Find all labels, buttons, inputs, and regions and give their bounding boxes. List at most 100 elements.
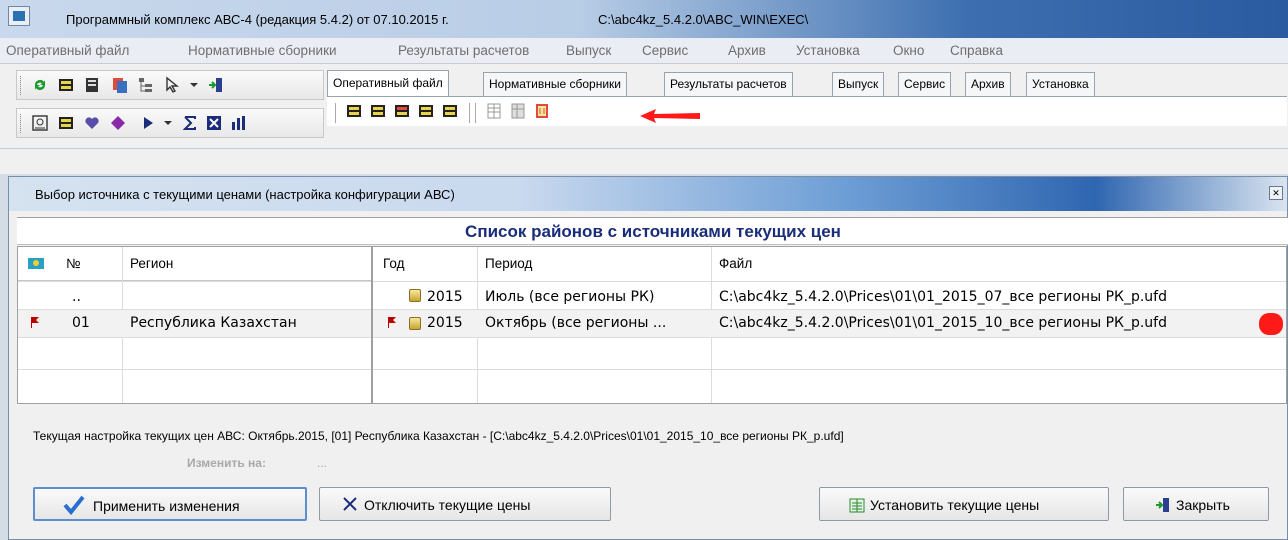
row-number[interactable]: ..: [72, 289, 81, 305]
menu-normative[interactable]: Нормативные сборники: [188, 43, 337, 58]
heart-icon[interactable]: [83, 114, 101, 132]
tab-results[interactable]: Результаты расчетов: [664, 72, 793, 96]
menu-bar: Оперативный файл Нормативные сборники Ре…: [0, 38, 1288, 64]
row-period[interactable]: Июль (все регионы РК): [485, 289, 654, 305]
chevron-down-icon[interactable]: [185, 76, 203, 94]
annotation-dot-icon: [1259, 313, 1283, 335]
tab-output[interactable]: Выпуск: [832, 72, 885, 96]
column-region[interactable]: Регион: [130, 247, 173, 281]
divider: [18, 337, 371, 338]
preview-icon[interactable]: [31, 114, 49, 132]
menu-window[interactable]: Окно: [893, 43, 924, 58]
sum-icon[interactable]: [181, 114, 199, 132]
tree-icon[interactable]: [137, 76, 155, 94]
flag-kz-icon: [28, 258, 44, 269]
change-to-value: ...: [317, 456, 328, 470]
column-file[interactable]: Файл: [719, 247, 752, 281]
toolbar-grip[interactable]: [20, 76, 23, 95]
disable-prices-button[interactable]: Отключить текущие цены: [319, 487, 611, 521]
tab-toolbar: [327, 96, 1287, 126]
stack-icon[interactable]: [417, 102, 435, 120]
tab-normative[interactable]: Нормативные сборники: [483, 72, 628, 96]
install-icon: [849, 498, 865, 513]
lock-icon: [409, 317, 421, 330]
close-button[interactable]: Закрыть: [1123, 487, 1269, 521]
row-file[interactable]: C:\abc4kz_5.4.2.0\Prices\01\01_2015_10_в…: [719, 315, 1167, 331]
tab-archive[interactable]: Архив: [965, 72, 1011, 96]
app-path: C:\abc4kz_5.4.2.0\ABC_WIN\EXEC\: [598, 12, 809, 27]
column-year[interactable]: Год: [383, 247, 405, 281]
exit-icon[interactable]: [207, 76, 225, 94]
prices-grid: Год Период Файл 2015 Июль (все регионы Р…: [372, 246, 1287, 404]
menu-settings[interactable]: Установка: [796, 43, 860, 58]
row-period[interactable]: Октябрь (все регионы ...: [485, 315, 666, 331]
tab-settings[interactable]: Установка: [1026, 72, 1095, 96]
diamond-icon[interactable]: [109, 114, 127, 132]
toolbar-grip[interactable]: [20, 114, 23, 133]
refresh-icon[interactable]: [31, 76, 49, 94]
close-label: Закрыть: [1176, 497, 1230, 513]
table-icon[interactable]: [509, 102, 527, 120]
checkmark-icon: [63, 495, 85, 515]
row-region[interactable]: Республика Казахстан: [130, 315, 297, 331]
current-setting-text: Текущая настройка текущих цен АВС: Октяб…: [33, 429, 844, 443]
column-period[interactable]: Период: [485, 247, 532, 281]
stack-icon[interactable]: [441, 102, 459, 120]
tab-operative-file[interactable]: Оперативный файл: [327, 70, 449, 96]
app-title: Программный комплекс АВС-4 (редакция 5.4…: [66, 12, 449, 27]
prices-icon[interactable]: [533, 102, 551, 120]
status-strip: [0, 148, 1288, 174]
toolbar-secondary: [16, 108, 324, 138]
row-year[interactable]: 2015: [427, 289, 463, 305]
row-number[interactable]: 01: [72, 315, 90, 331]
dialog-title: Выбор источника с текущими ценами (настр…: [35, 187, 455, 202]
divider: [373, 337, 1286, 338]
grid-icon[interactable]: [485, 102, 503, 120]
apply-changes-button[interactable]: Применить изменения: [33, 487, 307, 521]
divider: [373, 281, 1286, 282]
separator: [335, 103, 336, 123]
toolbar-main: [16, 70, 324, 100]
dialog-titlebar: Выбор источника с текущими ценами (настр…: [9, 177, 1287, 211]
pointer-icon[interactable]: [163, 76, 181, 94]
play-icon[interactable]: [139, 114, 157, 132]
app-titlebar: Программный комплекс АВС-4 (редакция 5.4…: [0, 0, 1288, 38]
menu-results[interactable]: Результаты расчетов: [398, 43, 529, 58]
menu-archive[interactable]: Архив: [728, 43, 766, 58]
install-prices-label: Установить текущие цены: [870, 497, 1040, 513]
apply-changes-label: Применить изменения: [93, 498, 240, 514]
lock-icon: [409, 289, 421, 302]
stack-red-icon[interactable]: [393, 102, 411, 120]
close-icon[interactable]: ✕: [1269, 186, 1283, 200]
flag-icon: [31, 317, 39, 328]
row-file[interactable]: C:\abc4kz_5.4.2.0\Prices\01\01_2015_07_в…: [719, 289, 1167, 305]
copy-icon[interactable]: [111, 76, 129, 94]
menu-service[interactable]: Сервис: [642, 43, 688, 58]
regions-grid: № Регион .. 01 Республика Казахстан: [17, 246, 372, 404]
menu-help[interactable]: Справка: [950, 43, 1003, 58]
stack-icon[interactable]: [345, 102, 363, 120]
list-header: Список районов с источниками текущих цен: [17, 217, 1288, 245]
column-number[interactable]: №: [66, 247, 80, 281]
chart-icon[interactable]: [229, 114, 247, 132]
document-icon[interactable]: [83, 76, 101, 94]
toolbar-area: Оперативный файл Нормативные сборники Ре…: [0, 64, 1288, 148]
exit-icon: [1156, 498, 1169, 512]
menu-operative-file[interactable]: Оперативный файл: [6, 43, 129, 58]
flag-icon: [388, 317, 396, 328]
install-prices-button[interactable]: Установить текущие цены: [819, 487, 1109, 521]
chevron-down-icon[interactable]: [159, 114, 177, 132]
x-icon: [343, 497, 357, 511]
open-file-icon[interactable]: [57, 76, 75, 94]
separator: [469, 103, 470, 123]
app-icon: [8, 6, 30, 26]
menu-output[interactable]: Выпуск: [566, 43, 611, 58]
disable-prices-label: Отключить текущие цены: [364, 497, 531, 513]
divider: [373, 369, 1286, 370]
stack-icon[interactable]: [57, 114, 75, 132]
row-year[interactable]: 2015: [427, 315, 463, 331]
divider: [18, 281, 371, 282]
tab-service[interactable]: Сервис: [898, 72, 952, 96]
stack-icon[interactable]: [369, 102, 387, 120]
cancel-icon[interactable]: [205, 114, 223, 132]
